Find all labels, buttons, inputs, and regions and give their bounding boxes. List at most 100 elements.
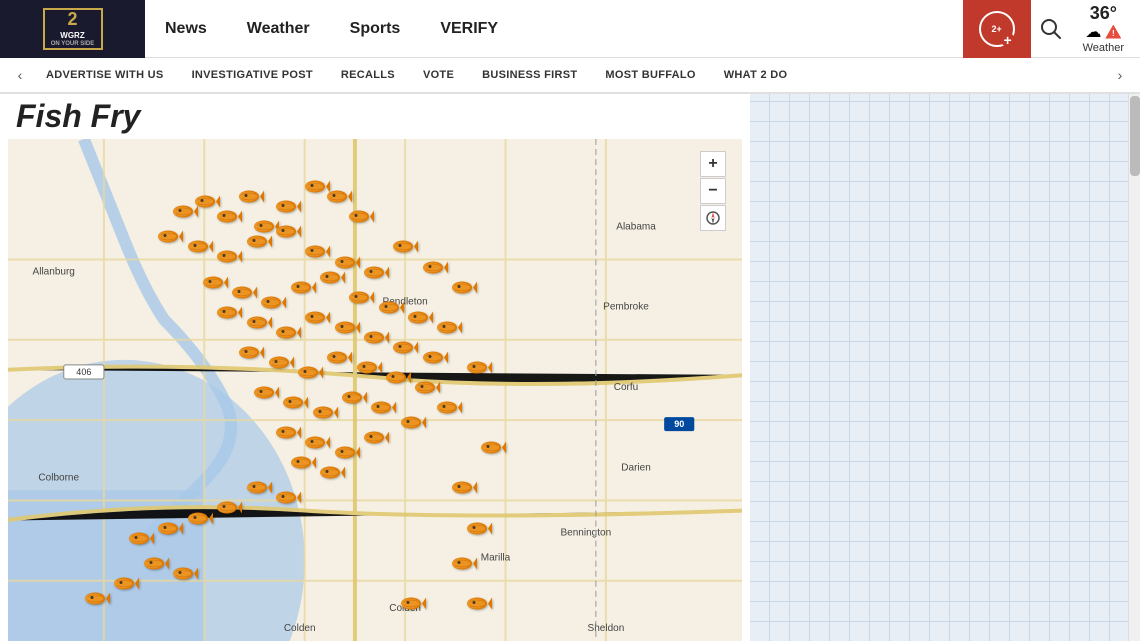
sec-nav-investigative[interactable]: INVESTIGATIVE POST — [178, 69, 327, 81]
main-content: Fish Fry — [0, 94, 1140, 641]
station-logo[interactable]: 2 WGRZ ON YOUR SIDE — [43, 8, 103, 50]
weather-icon-row: ☁ ! — [1085, 22, 1121, 42]
fish-marker[interactable] — [236, 188, 264, 211]
fish-marker[interactable] — [214, 303, 242, 326]
fish-marker[interactable] — [478, 439, 506, 462]
fish-marker[interactable] — [449, 554, 477, 577]
fish-marker[interactable] — [244, 479, 272, 502]
fish-marker[interactable] — [324, 348, 352, 371]
fish-marker[interactable] — [390, 238, 418, 261]
fish-marker[interactable] — [295, 363, 323, 386]
scrollbar-thumb[interactable] — [1130, 96, 1140, 176]
zoom-out-button[interactable]: − — [700, 178, 726, 204]
weather-warning-icon: ! — [1105, 25, 1121, 39]
fish-marker[interactable] — [434, 399, 462, 422]
nav-item-news[interactable]: News — [145, 0, 227, 57]
fish-marker[interactable] — [214, 208, 242, 231]
live-icon: 2+ — [979, 11, 1015, 47]
nav-item-weather[interactable]: Weather — [227, 0, 330, 57]
fish-marker[interactable] — [383, 368, 411, 391]
fish-marker[interactable] — [368, 399, 396, 422]
sec-nav-business[interactable]: BUSINESS FIRST — [468, 69, 591, 81]
fish-marker[interactable] — [266, 353, 294, 376]
fish-marker[interactable] — [354, 358, 382, 381]
fish-marker[interactable] — [361, 429, 389, 452]
fish-marker[interactable] — [155, 228, 183, 251]
live-button[interactable]: 2+ — [963, 0, 1031, 58]
nav-arrow-right[interactable]: › — [1108, 63, 1132, 87]
fish-marker[interactable] — [361, 263, 389, 286]
fish-marker[interactable] — [155, 519, 183, 542]
nav-right-area: 36° ☁ ! Weather — [1031, 4, 1140, 54]
fish-marker[interactable] — [251, 384, 279, 407]
main-nav-items: News Weather Sports VERIFY — [145, 0, 963, 57]
fish-marker[interactable] — [288, 454, 316, 477]
map-container[interactable]: 406 90 Pendleton Alabama Corfu Pembroke … — [8, 139, 742, 641]
sec-nav-recalls[interactable]: RECALLS — [327, 69, 409, 81]
fish-marker[interactable] — [420, 348, 448, 371]
fish-marker[interactable] — [273, 489, 301, 512]
fish-marker[interactable] — [332, 318, 360, 341]
logo-area[interactable]: 2 WGRZ ON YOUR SIDE — [0, 0, 145, 58]
fish-marker[interactable] — [185, 238, 213, 261]
fish-markers-layer — [8, 139, 742, 641]
search-button[interactable] — [1031, 9, 1071, 49]
fish-marker[interactable] — [82, 589, 110, 612]
fish-marker[interactable] — [185, 509, 213, 532]
fish-marker[interactable] — [310, 404, 338, 427]
map-controls: + − — [700, 151, 726, 231]
fish-marker[interactable] — [126, 529, 154, 552]
content-left: Fish Fry — [0, 94, 750, 641]
fish-marker[interactable] — [200, 273, 228, 296]
fish-marker[interactable] — [449, 278, 477, 301]
fish-marker[interactable] — [244, 233, 272, 256]
sec-nav-buffalo[interactable]: MOST BUFFALO — [591, 69, 709, 81]
fish-marker[interactable] — [244, 313, 272, 336]
fish-marker[interactable] — [280, 394, 308, 417]
fish-marker[interactable] — [390, 338, 418, 361]
fish-marker[interactable] — [346, 288, 374, 311]
fish-marker[interactable] — [214, 499, 242, 522]
fish-marker[interactable] — [464, 594, 492, 617]
fish-marker[interactable] — [449, 479, 477, 502]
fish-marker[interactable] — [464, 358, 492, 381]
fish-marker[interactable] — [273, 223, 301, 246]
fish-marker[interactable] — [464, 519, 492, 542]
fish-marker[interactable] — [273, 323, 301, 346]
fish-marker[interactable] — [317, 268, 345, 291]
fish-marker[interactable] — [273, 198, 301, 221]
compass-button[interactable] — [700, 205, 726, 231]
fish-marker[interactable] — [420, 258, 448, 281]
sec-nav-advertise[interactable]: ADVERTISE WITH US — [32, 69, 178, 81]
fish-marker[interactable] — [302, 308, 330, 331]
page-title: Fish Fry — [16, 98, 140, 134]
fish-marker[interactable] — [111, 574, 139, 597]
fish-marker[interactable] — [170, 564, 198, 587]
nav-item-verify[interactable]: VERIFY — [420, 0, 518, 57]
fish-marker[interactable] — [214, 248, 242, 271]
fish-marker[interactable] — [141, 554, 169, 577]
fish-marker[interactable] — [273, 424, 301, 447]
fish-marker[interactable] — [405, 308, 433, 331]
fish-marker[interactable] — [288, 278, 316, 301]
nav-item-sports[interactable]: Sports — [330, 0, 421, 57]
fish-marker[interactable] — [361, 328, 389, 351]
fish-marker[interactable] — [302, 243, 330, 266]
right-sidebar — [750, 94, 1140, 641]
fish-marker[interactable] — [346, 208, 374, 231]
fish-marker[interactable] — [339, 389, 367, 412]
sec-nav-what2do[interactable]: WHAT 2 DO — [710, 69, 802, 81]
fish-marker[interactable] — [434, 318, 462, 341]
fish-marker[interactable] — [376, 298, 404, 321]
secondary-nav-items: ADVERTISE WITH US INVESTIGATIVE POST REC… — [32, 69, 1108, 81]
weather-widget[interactable]: 36° ☁ ! Weather — [1083, 4, 1124, 54]
fish-marker[interactable] — [317, 464, 345, 487]
nav-arrow-left[interactable]: ‹ — [8, 63, 32, 87]
fish-marker[interactable] — [398, 594, 426, 617]
scrollbar[interactable] — [1128, 94, 1140, 641]
fish-marker[interactable] — [236, 343, 264, 366]
map-background: 406 90 Pendleton Alabama Corfu Pembroke … — [8, 139, 742, 641]
zoom-in-button[interactable]: + — [700, 151, 726, 177]
fish-marker[interactable] — [398, 414, 426, 437]
sec-nav-vote[interactable]: VOTE — [409, 69, 468, 81]
